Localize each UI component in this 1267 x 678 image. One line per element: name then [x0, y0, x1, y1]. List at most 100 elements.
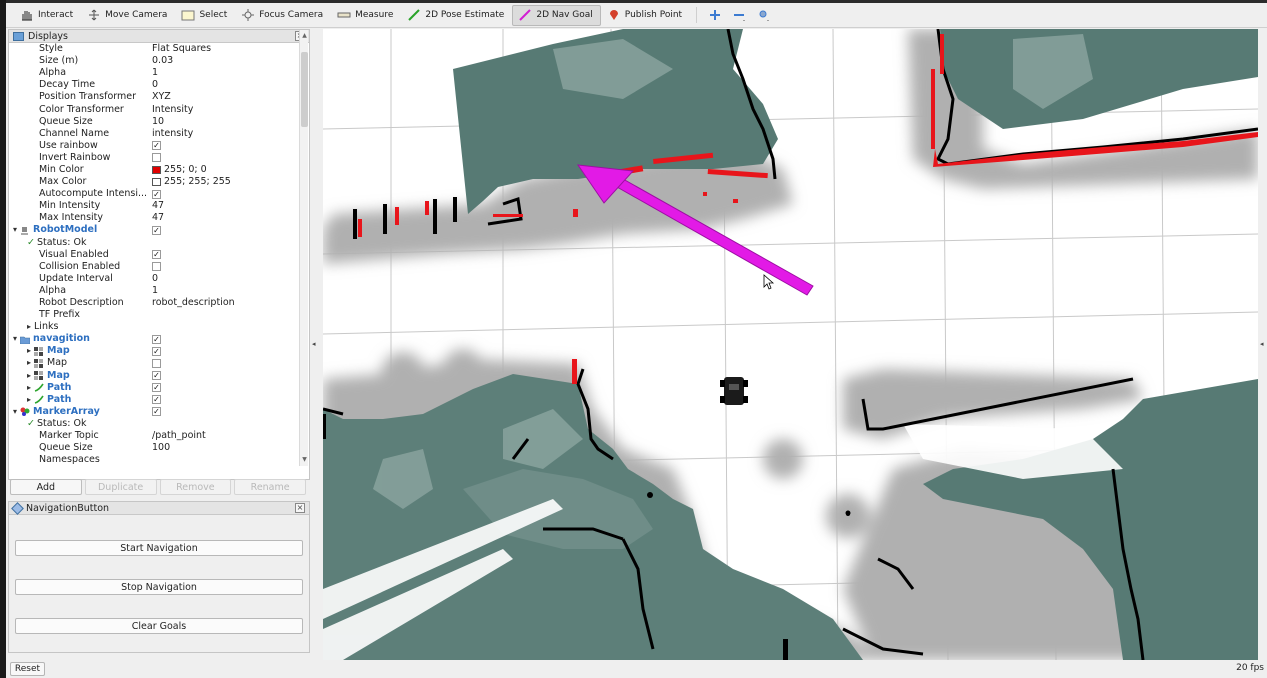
add-button[interactable]: Add: [10, 479, 82, 495]
collapse-arrow-icon[interactable]: ▸: [27, 370, 31, 382]
property-value[interactable]: ✓: [152, 189, 161, 199]
tool-move-camera[interactable]: Move Camera: [81, 5, 175, 26]
property-value[interactable]: XYZ: [152, 91, 171, 103]
property-value[interactable]: robot_description: [152, 297, 235, 309]
collapse-arrow-icon[interactable]: ▸: [27, 382, 31, 394]
display-item-row[interactable]: ▾ navagition ✓: [9, 333, 309, 345]
property-value[interactable]: ✓: [152, 250, 161, 260]
property-value[interactable]: 47: [152, 200, 164, 212]
property-row[interactable]: ▸ Links: [9, 321, 309, 333]
scroll-up-icon[interactable]: ▲: [301, 32, 308, 40]
expand-arrow-icon[interactable]: ▾: [13, 406, 17, 418]
display-item-row[interactable]: ▾ RobotModel ✓: [9, 224, 309, 236]
remove-button[interactable]: Remove: [159, 479, 232, 495]
property-row[interactable]: Autocompute Intensi... ✓: [9, 188, 309, 200]
property-row[interactable]: Alpha 1: [9, 67, 309, 79]
property-value[interactable]: intensity: [152, 128, 193, 140]
displays-scrollbar[interactable]: ▲ ▼: [299, 30, 308, 466]
property-value[interactable]: ✓: [152, 371, 161, 381]
property-value[interactable]: 1: [152, 285, 158, 297]
tool-interact[interactable]: Interact: [14, 5, 81, 26]
checkbox[interactable]: ✓: [152, 225, 161, 235]
tool-2d-nav-goal[interactable]: 2D Nav Goal: [512, 4, 601, 26]
property-row[interactable]: Use rainbow ✓: [9, 140, 309, 152]
checkbox[interactable]: ✓: [152, 407, 161, 417]
checkbox[interactable]: [152, 153, 161, 163]
property-value[interactable]: 100: [152, 442, 170, 454]
property-row[interactable]: Robot Description robot_description: [9, 297, 309, 309]
property-row[interactable]: Namespaces: [9, 454, 309, 466]
property-value[interactable]: Intensity: [152, 104, 193, 116]
display-item-row[interactable]: ▸ Path ✓: [9, 394, 309, 406]
collapse-arrow-icon[interactable]: ▸: [27, 394, 31, 406]
property-value[interactable]: Flat Squares: [152, 43, 211, 55]
property-value[interactable]: ✓: [152, 141, 161, 151]
property-row[interactable]: Decay Time 0: [9, 79, 309, 91]
property-value[interactable]: [152, 153, 161, 163]
property-value[interactable]: /path_point: [152, 430, 206, 442]
remove-tool-icon[interactable]: [731, 8, 747, 22]
property-row[interactable]: Alpha 1: [9, 285, 309, 297]
property-row[interactable]: ✓ Status: Ok: [9, 237, 309, 249]
property-value[interactable]: 47: [152, 212, 164, 224]
property-value[interactable]: ✓: [152, 225, 161, 235]
property-row[interactable]: Queue Size 10: [9, 116, 309, 128]
reset-button[interactable]: Reset: [10, 662, 45, 676]
checkbox[interactable]: ✓: [152, 383, 161, 393]
collapse-arrow-icon[interactable]: ▸: [27, 345, 31, 357]
checkbox[interactable]: ✓: [152, 250, 161, 260]
map-viewport[interactable]: [323, 29, 1258, 660]
property-value[interactable]: ✓: [152, 383, 161, 393]
scrollbar-thumb[interactable]: [301, 52, 308, 127]
property-value[interactable]: 1: [152, 67, 158, 79]
checkbox[interactable]: ✓: [152, 334, 161, 344]
tool-publish-point[interactable]: Publish Point: [601, 5, 690, 26]
property-value[interactable]: [152, 262, 161, 272]
property-row[interactable]: Color Transformer Intensity: [9, 103, 309, 115]
start-navigation-button[interactable]: Start Navigation: [15, 540, 303, 556]
display-item-row[interactable]: ▸ Map ✓: [9, 370, 309, 382]
tool-select[interactable]: Select: [175, 5, 235, 26]
expand-arrow-icon[interactable]: ▾: [13, 333, 17, 345]
property-row[interactable]: ▸ Map: [9, 357, 309, 369]
display-item-row[interactable]: ▾ MarkerArray ✓: [9, 406, 309, 418]
property-row[interactable]: Queue Size 100: [9, 442, 309, 454]
property-row[interactable]: TF Prefix: [9, 309, 309, 321]
property-row[interactable]: Max Intensity 47: [9, 212, 309, 224]
property-row[interactable]: Style Flat Squares: [9, 43, 309, 55]
property-row[interactable]: Size (m) 0.03: [9, 55, 309, 67]
property-value[interactable]: 10: [152, 116, 164, 128]
property-row[interactable]: Max Color 255; 255; 255: [9, 176, 309, 188]
collapse-arrow-icon[interactable]: ▸: [27, 357, 31, 369]
collapse-arrow-icon[interactable]: ▸: [27, 321, 31, 333]
property-value[interactable]: ✓: [152, 334, 161, 344]
property-value[interactable]: [152, 358, 161, 368]
checkbox[interactable]: ✓: [152, 189, 161, 199]
property-value[interactable]: 255; 255; 255: [152, 176, 231, 188]
property-row[interactable]: Visual Enabled ✓: [9, 249, 309, 261]
display-item-row[interactable]: ▸ Map ✓: [9, 345, 309, 357]
checkbox[interactable]: ✓: [152, 346, 161, 356]
left-splitter-handle[interactable]: ◂: [312, 340, 316, 348]
right-splitter-handle[interactable]: ◂: [1260, 340, 1264, 348]
scroll-down-icon[interactable]: ▼: [301, 456, 308, 464]
checkbox[interactable]: ✓: [152, 371, 161, 381]
property-value[interactable]: 0: [152, 79, 158, 91]
display-item-row[interactable]: ▸ Path ✓: [9, 382, 309, 394]
property-row[interactable]: Update Interval 0: [9, 273, 309, 285]
property-value[interactable]: 255; 0; 0: [152, 164, 207, 176]
property-row[interactable]: Collision Enabled: [9, 261, 309, 273]
property-value[interactable]: 0.03: [152, 55, 173, 67]
property-value[interactable]: 0: [152, 273, 158, 285]
tool-measure[interactable]: Measure: [331, 5, 401, 26]
property-row[interactable]: ✓ Status: Ok: [9, 418, 309, 430]
rename-button[interactable]: Rename: [234, 479, 306, 495]
stop-navigation-button[interactable]: Stop Navigation: [15, 579, 303, 595]
tool-focus-camera[interactable]: Focus Camera: [235, 5, 331, 26]
tool-2d-pose-estimate[interactable]: 2D Pose Estimate: [401, 5, 512, 26]
add-tool-icon[interactable]: [707, 8, 723, 22]
property-row[interactable]: Min Color 255; 0; 0: [9, 164, 309, 176]
property-row[interactable]: Min Intensity 47: [9, 200, 309, 212]
property-row[interactable]: Invert Rainbow: [9, 152, 309, 164]
property-row[interactable]: Position Transformer XYZ: [9, 91, 309, 103]
